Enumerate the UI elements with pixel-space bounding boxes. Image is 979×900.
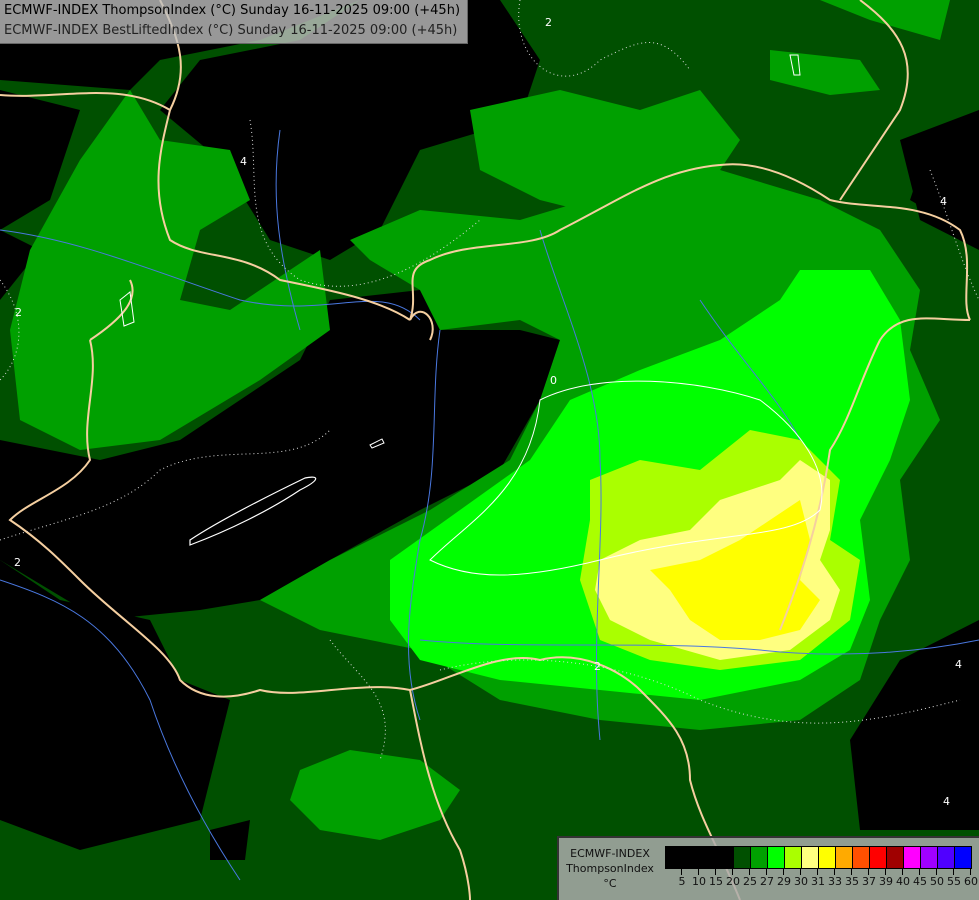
- contour-label: 2: [594, 660, 601, 673]
- legend-swatch: [938, 847, 955, 868]
- legend-tick: 5: [665, 869, 686, 891]
- color-legend: ECMWF-INDEX ThompsonIndex °C 5 10 15 20 25 27…: [557, 836, 979, 900]
- legend-swatch: [751, 847, 768, 868]
- legend-tick: 50: [920, 869, 944, 891]
- legend-swatches: [665, 846, 972, 869]
- legend-swatch: [666, 847, 683, 868]
- legend-tick: 60: [954, 869, 978, 891]
- legend-ticks: 5 10 15 20 25 27 29 30 31 33 35 37 39 40 45 50 55 60: [665, 869, 978, 891]
- map-canvas: 2 4 2 0 2 2 4 4 4: [0, 0, 979, 900]
- legend-tick: 10: [682, 869, 706, 891]
- legend-tick: 27: [750, 869, 774, 891]
- legend-swatch: [887, 847, 904, 868]
- contour-label: 2: [15, 306, 22, 319]
- legend-tick: 55: [937, 869, 961, 891]
- legend-swatch: [802, 847, 819, 868]
- title-best-lifted-index: ECMWF-INDEX BestLiftedIndex (°C) Sunday …: [4, 23, 458, 38]
- legend-tick: 45: [903, 869, 927, 891]
- legend-swatch: [683, 847, 700, 868]
- legend-tick: 30: [784, 869, 808, 891]
- contour-label: 2: [545, 16, 552, 29]
- title-thompson-index: ECMWF-INDEX ThompsonIndex (°C) Sunday 16…: [4, 3, 461, 18]
- legend-model: ECMWF-INDEX: [570, 847, 650, 860]
- legend-swatch: [785, 847, 802, 868]
- legend-swatch: [870, 847, 887, 868]
- legend-swatch: [717, 847, 734, 868]
- legend-swatch: [904, 847, 921, 868]
- legend-unit: °C: [603, 877, 617, 890]
- legend-swatch: [853, 847, 870, 868]
- legend-tick: 25: [733, 869, 757, 891]
- legend-swatch: [734, 847, 751, 868]
- legend-tick-label: 60: [964, 875, 978, 888]
- legend-swatch: [955, 847, 971, 868]
- map-title-box: ECMWF-INDEX ThompsonIndex (°C) Sunday 16…: [0, 0, 468, 44]
- legend-tick: 33: [818, 869, 842, 891]
- contour-label: 4: [943, 795, 950, 808]
- legend-swatch: [819, 847, 836, 868]
- weather-map[interactable]: 2 4 2 0 2 2 4 4 4 ECMWF-INDEX ThompsonIn…: [0, 0, 979, 900]
- legend-tick: 29: [767, 869, 791, 891]
- legend-swatch: [921, 847, 938, 868]
- legend-parameter: ThompsonIndex: [566, 862, 654, 875]
- legend-swatch: [768, 847, 785, 868]
- legend-tick: 39: [869, 869, 893, 891]
- legend-swatch: [700, 847, 717, 868]
- legend-tick: 15: [699, 869, 723, 891]
- legend-tick: 35: [835, 869, 859, 891]
- contour-label: 0: [550, 374, 557, 387]
- legend-tick: 40: [886, 869, 910, 891]
- legend-tick: 31: [801, 869, 825, 891]
- legend-title: ECMWF-INDEX ThompsonIndex °C: [561, 846, 659, 891]
- contour-label: 4: [955, 658, 962, 671]
- contour-label: 4: [240, 155, 247, 168]
- contour-label: 4: [940, 195, 947, 208]
- contour-label: 2: [14, 556, 21, 569]
- legend-swatch: [836, 847, 853, 868]
- legend-tick: 37: [852, 869, 876, 891]
- legend-tick: 20: [716, 869, 740, 891]
